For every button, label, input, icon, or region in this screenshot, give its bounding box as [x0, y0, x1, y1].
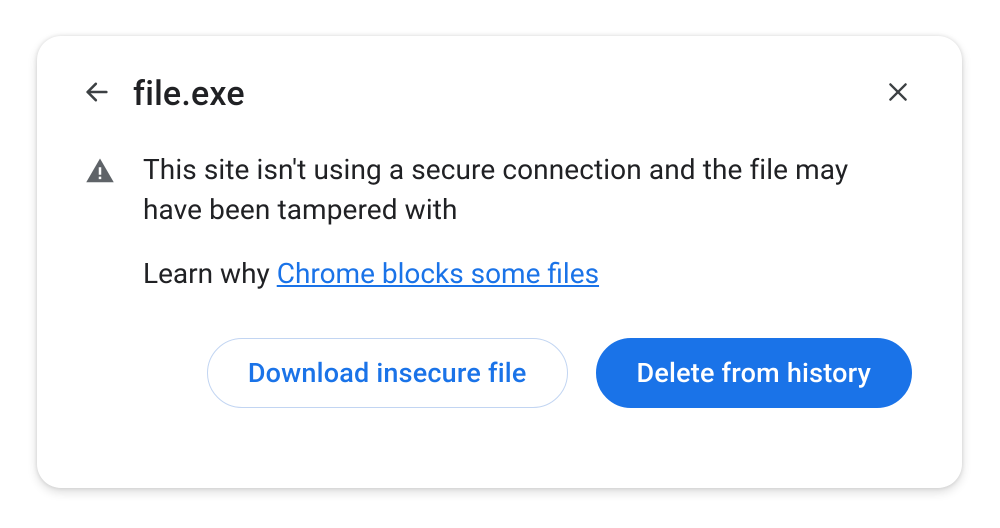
dialog-header: file.exe: [81, 74, 918, 114]
learn-more-row: Learn why Chrome blocks some files: [143, 256, 918, 292]
learn-more-prefix: Learn why: [143, 257, 277, 290]
dialog-title: file.exe: [133, 74, 245, 114]
delete-from-history-button[interactable]: Delete from history: [596, 338, 912, 408]
warning-message: This site isn't using a secure connectio…: [143, 150, 893, 230]
back-button[interactable]: [77, 74, 117, 114]
warning-row: This site isn't using a secure connectio…: [85, 150, 918, 230]
download-warning-dialog: file.exe This site isn't using a secure …: [37, 36, 962, 488]
arrow-left-icon: [83, 78, 111, 110]
warning-triangle-icon: [85, 150, 125, 186]
dialog-body: This site isn't using a secure connectio…: [81, 150, 918, 292]
download-insecure-button[interactable]: Download insecure file: [207, 338, 568, 408]
close-button[interactable]: [878, 74, 918, 114]
close-icon: [885, 79, 911, 109]
dialog-actions: Download insecure file Delete from histo…: [81, 338, 918, 408]
learn-more-link[interactable]: Chrome blocks some files: [277, 257, 599, 290]
